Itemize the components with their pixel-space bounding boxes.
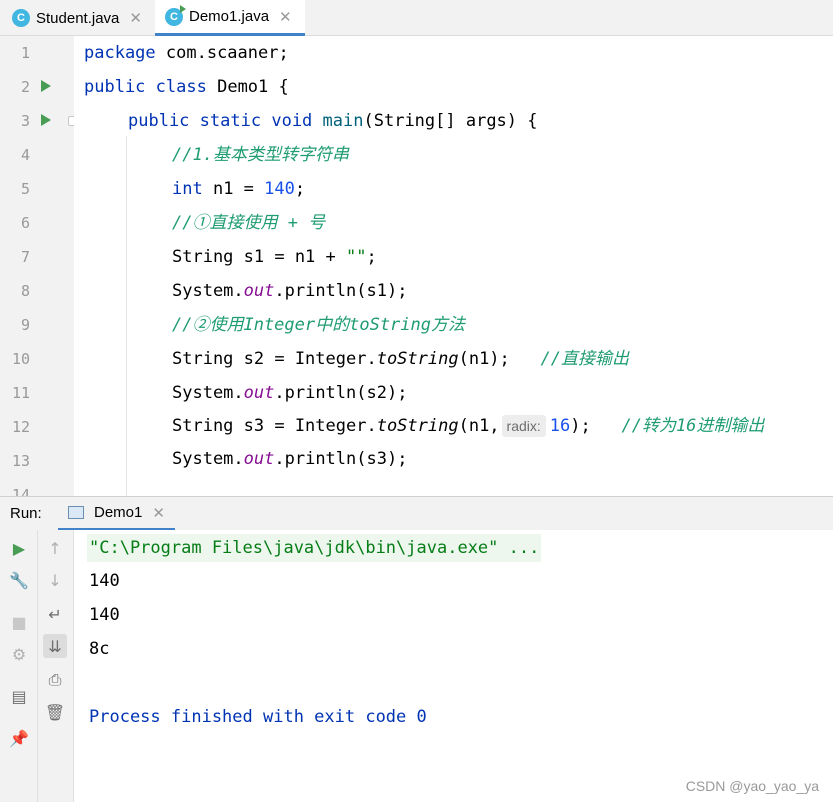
line-number: 1 bbox=[20, 44, 30, 62]
line-number: 11 bbox=[11, 384, 30, 402]
command-line: "C:\Program Files\java\jdk\bin\java.exe"… bbox=[87, 534, 542, 562]
output-line: 140 bbox=[89, 571, 120, 591]
close-icon[interactable]: ✕ bbox=[152, 504, 165, 522]
soft-wrap-icon[interactable]: ↵ bbox=[43, 602, 67, 626]
code-line-8: System.out.println(s1); bbox=[172, 281, 408, 301]
tab-label: Demo1.java bbox=[189, 8, 270, 25]
code-line-7: String s1 = n1 + ""; bbox=[172, 247, 377, 267]
tab-student-java[interactable]: C Student.java ✕ bbox=[0, 0, 155, 36]
wrench-icon[interactable]: 🔧 bbox=[7, 568, 31, 592]
tab-label: Student.java bbox=[36, 9, 120, 27]
code-line-1: package com.scaaner; bbox=[84, 43, 289, 63]
run-panel-header: Run: Demo1 ✕ bbox=[0, 496, 833, 531]
arrow-up-icon[interactable]: ↑ bbox=[43, 536, 67, 560]
code-line-5: int n1 = 140; bbox=[172, 179, 306, 199]
tab-demo1-java[interactable]: C Demo1.java ✕ bbox=[155, 0, 305, 36]
line-number: 3 bbox=[20, 112, 30, 130]
console-icon bbox=[68, 506, 84, 519]
watermark: CSDN @yao_yao_ya bbox=[685, 778, 819, 794]
code-line-10: String s2 = Integer.toString(n1); //直接输出 bbox=[172, 349, 629, 369]
output-line: 140 bbox=[89, 605, 120, 625]
run-gutter-icon[interactable] bbox=[41, 114, 51, 126]
line-number: 10 bbox=[11, 350, 30, 368]
line-number: 8 bbox=[20, 282, 30, 300]
run-toolbar: ▶ 🔧 ■ ⚙ ▤ 📌 bbox=[0, 530, 38, 802]
print-icon[interactable]: ⎙ bbox=[43, 668, 67, 692]
process-finished-line: Process finished with exit code 0 bbox=[89, 707, 427, 727]
line-number: 13 bbox=[11, 452, 30, 470]
pin-icon[interactable]: 📌 bbox=[7, 726, 31, 750]
run-gutter-icon[interactable] bbox=[41, 80, 51, 92]
scroll-to-end-icon[interactable]: ⇊ bbox=[43, 634, 67, 658]
settings-icon[interactable]: ⚙ bbox=[7, 642, 31, 666]
code-line-3: public static void main(String[] args) { bbox=[128, 111, 538, 131]
code-line-9: //②使用Integer中的toString方法 bbox=[172, 315, 465, 335]
close-icon[interactable]: ✕ bbox=[279, 8, 292, 26]
editor-tab-bar: C Student.java ✕ C Demo1.java ✕ bbox=[0, 0, 833, 36]
code-line-4: //1.基本类型转字符串 bbox=[172, 145, 349, 165]
line-number: 7 bbox=[20, 248, 30, 266]
line-number: 12 bbox=[11, 418, 30, 436]
code-line-11: System.out.println(s2); bbox=[172, 383, 408, 403]
run-tab-label: Demo1 bbox=[94, 504, 143, 521]
arrow-down-icon[interactable]: ↓ bbox=[43, 568, 67, 592]
line-number: 6 bbox=[20, 214, 30, 232]
code-line-12: String s3 = Integer.toString(n1, radix: 16… bbox=[172, 415, 765, 437]
line-number: 4 bbox=[20, 146, 30, 164]
editor-gutter[interactable]: 1 2 3 4 5 6 7 8 9 10 11 12 13 14 bbox=[0, 36, 78, 504]
layout-icon[interactable]: ▤ bbox=[7, 684, 31, 708]
line-number: 5 bbox=[20, 180, 30, 198]
run-label: Run: bbox=[10, 505, 42, 522]
console-output[interactable]: "C:\Program Files\java\jdk\bin\java.exe"… bbox=[74, 530, 833, 802]
code-editor[interactable]: package com.scaaner; public class Demo1 … bbox=[74, 36, 833, 496]
code-line-13: System.out.println(s3); bbox=[172, 449, 408, 469]
output-line: 8c bbox=[89, 639, 110, 659]
close-icon[interactable]: ✕ bbox=[129, 9, 142, 27]
code-line-2: public class Demo1 { bbox=[84, 77, 289, 97]
line-number: 9 bbox=[20, 316, 30, 334]
rerun-icon[interactable]: ▶ bbox=[7, 536, 31, 560]
trash-icon[interactable]: 🗑 bbox=[43, 700, 67, 724]
parameter-hint: radix: bbox=[501, 415, 546, 437]
run-tab-demo1[interactable]: Demo1 ✕ bbox=[58, 497, 175, 531]
class-c-run-icon: C bbox=[165, 4, 186, 26]
stop-icon[interactable]: ■ bbox=[7, 610, 31, 634]
console-toolbar: ↑ ↓ ↵ ⇊ ⎙ 🗑 bbox=[38, 530, 74, 802]
code-line-6: //①直接使用 + 号 bbox=[172, 213, 326, 233]
class-c-icon: C bbox=[12, 9, 30, 27]
line-number: 2 bbox=[20, 78, 30, 96]
